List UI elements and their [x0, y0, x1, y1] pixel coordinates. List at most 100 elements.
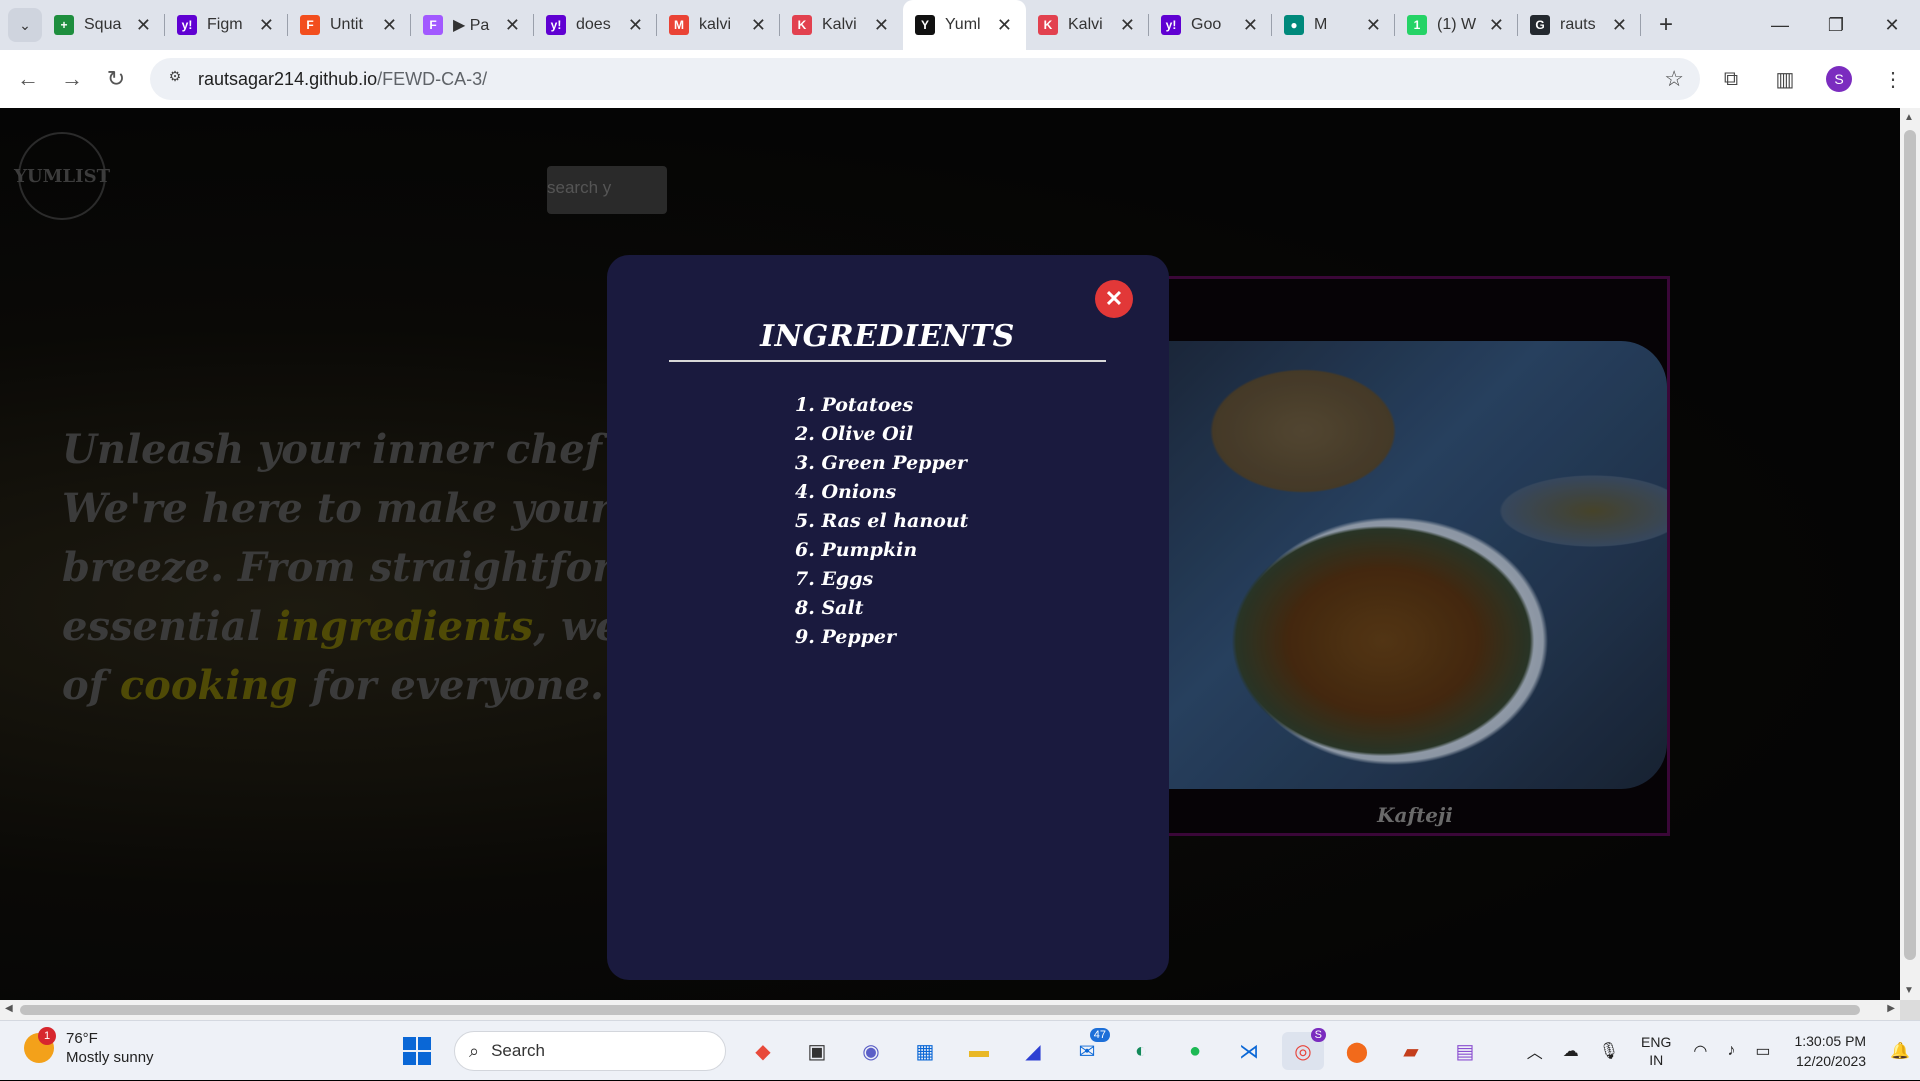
tab-search-button[interactable]: ⌄: [8, 8, 42, 42]
copilot-icon[interactable]: ◆: [742, 1032, 784, 1070]
browser-tab[interactable]: F Untit ✕: [288, 0, 411, 50]
vscode-icon[interactable]: ⋊: [1228, 1032, 1270, 1070]
browser-tab[interactable]: y! Goo ✕: [1149, 0, 1272, 50]
volume-icon[interactable]: ♪: [1727, 1042, 1735, 1060]
tab-list: + Squa ✕ y! Figm ✕ F Untit ✕ F ▶ Pa ✕ y! does ✕ Mkalvi ✕…: [42, 0, 1641, 50]
scroll-up-icon[interactable]: ▲: [1904, 112, 1914, 123]
logo-text: YUMLIST: [14, 165, 110, 187]
reload-icon[interactable]: ↻: [94, 57, 138, 101]
bookmark-star-icon[interactable]: ☆: [1664, 66, 1684, 92]
notification-icon[interactable]: 🔔: [1890, 1041, 1910, 1061]
tab-close-icon[interactable]: ✕: [628, 15, 643, 36]
site-logo[interactable]: YUMLIST: [14, 132, 110, 220]
tab-close-icon[interactable]: ✕: [259, 15, 274, 36]
browser-tab[interactable]: + Squa ✕: [42, 0, 165, 50]
scroll-down-icon[interactable]: ▼: [1904, 985, 1914, 996]
tab-title: Goo: [1191, 16, 1222, 33]
spotify-icon[interactable]: ●: [1174, 1032, 1216, 1070]
onedrive-icon[interactable]: ☁: [1563, 1041, 1579, 1061]
yahoo-icon: y!: [546, 15, 566, 35]
chrome-icon[interactable]: ◎ S: [1282, 1028, 1326, 1070]
ingredient-item: 8. Salt: [795, 597, 864, 619]
address-bar[interactable]: ⚙ rautsagar214.github.io/FEWD-CA-3/ ☆: [150, 58, 1700, 100]
tab-close-icon[interactable]: ✕: [505, 15, 520, 36]
start-button[interactable]: [396, 1032, 438, 1070]
tab-close-icon[interactable]: ✕: [997, 15, 1012, 36]
new-tab-button[interactable]: +: [1649, 11, 1683, 39]
side-panel-icon[interactable]: ▥: [1758, 67, 1812, 92]
ingredient-item: 1. Potatoes: [795, 394, 914, 416]
vertical-scrollbar[interactable]: ▲ ▼: [1900, 108, 1920, 1000]
horizontal-scroll-thumb[interactable]: [20, 1005, 1860, 1015]
sun-icon: 1: [24, 1027, 56, 1063]
browser-tab[interactable]: Grauts ✕: [1518, 0, 1641, 50]
ingredient-item: 4. Onions: [795, 481, 897, 503]
back-icon[interactable]: ←: [6, 57, 50, 101]
file-explorer-icon[interactable]: ▬: [958, 1032, 1000, 1070]
browser-tab[interactable]: K Kalvi ✕: [780, 0, 903, 50]
wifi-icon[interactable]: ◠: [1693, 1041, 1707, 1061]
edge-icon[interactable]: ◐: [1120, 1032, 1162, 1070]
forward-icon[interactable]: →: [50, 57, 94, 101]
extensions-icon[interactable]: ⧉: [1704, 68, 1758, 91]
taskbar-search[interactable]: ⌕ Search: [454, 1031, 726, 1071]
browser-tab[interactable]: F ▶ Pa ✕: [411, 0, 534, 50]
browser-tab[interactable]: Mkalvi ✕: [657, 0, 780, 50]
tab-title: Figm: [207, 16, 243, 33]
scrollbar-corner: [1900, 1000, 1920, 1020]
tab-close-icon[interactable]: ✕: [751, 15, 766, 36]
clock[interactable]: 1:30:05 PM 12/20/2023: [1794, 1031, 1866, 1071]
clipchamp-icon[interactable]: ▤: [1444, 1032, 1486, 1070]
weather-widget[interactable]: 1 76°F Mostly sunny: [24, 1027, 154, 1067]
tab-close-icon[interactable]: ✕: [136, 15, 151, 36]
postman-icon[interactable]: ⬤: [1336, 1032, 1378, 1070]
tab-close-icon[interactable]: ✕: [1120, 15, 1135, 36]
figma-icon: F: [423, 15, 443, 35]
profile-avatar[interactable]: S: [1826, 66, 1852, 92]
chevron-up-icon[interactable]: ︿: [1527, 1039, 1543, 1063]
horizontal-scrollbar[interactable]: ◀ ▶: [0, 1000, 1900, 1020]
yumlist-icon: Y: [915, 15, 935, 35]
modal-close-button[interactable]: ✕: [1095, 280, 1133, 318]
teams-chat-icon[interactable]: ◉: [850, 1032, 892, 1070]
hero-text-part: Unleash your inner chef wit: [62, 426, 684, 473]
tab-close-icon[interactable]: ✕: [874, 15, 889, 36]
tab-close-icon[interactable]: ✕: [1366, 15, 1381, 36]
language-indicator[interactable]: ENG IN: [1641, 1033, 1671, 1069]
ingredient-item: 7. Eggs: [795, 568, 874, 590]
mail-icon[interactable]: ✉ 47: [1066, 1028, 1110, 1070]
recipe-card[interactable]: Kafteji: [1160, 276, 1670, 836]
vertical-scroll-thumb[interactable]: [1904, 130, 1916, 960]
url-path: /FEWD-CA-3/: [377, 68, 488, 89]
windows-logo-icon: [403, 1037, 431, 1065]
site-info-icon[interactable]: ⚙: [164, 68, 186, 90]
minimize-icon[interactable]: —: [1752, 0, 1808, 50]
ingredient-item: 5. Ras el hanout: [795, 510, 969, 532]
task-view-icon[interactable]: ▣: [796, 1032, 838, 1070]
tab-close-icon[interactable]: ✕: [1243, 15, 1258, 36]
kalvium-icon: K: [792, 15, 812, 35]
browser-tab[interactable]: y! Figm ✕: [165, 0, 288, 50]
tab-close-icon[interactable]: ✕: [382, 15, 397, 36]
browser-tab[interactable]: 1 (1) W ✕: [1395, 0, 1518, 50]
tab-close-icon[interactable]: ✕: [1489, 15, 1504, 36]
lang-line2: IN: [1649, 1052, 1664, 1068]
browser-tab[interactable]: Y Yuml ✕: [903, 0, 1026, 50]
powerpoint-icon[interactable]: ▰: [1390, 1032, 1432, 1070]
scroll-left-icon[interactable]: ◀: [5, 1003, 13, 1014]
app-icon[interactable]: ◢: [1012, 1032, 1054, 1070]
recipe-search-input[interactable]: search y: [547, 166, 667, 214]
close-window-icon[interactable]: ✕: [1864, 0, 1920, 50]
store-icon[interactable]: ▦: [904, 1032, 946, 1070]
menu-kebab-icon[interactable]: ⋮: [1866, 67, 1920, 92]
browser-tab[interactable]: y! does ✕: [534, 0, 657, 50]
scroll-right-icon[interactable]: ▶: [1887, 1003, 1895, 1014]
restore-icon[interactable]: ❐: [1808, 0, 1864, 50]
microphone-icon[interactable]: 🎙: [1599, 1041, 1619, 1061]
yahoo-icon: y!: [1161, 15, 1181, 35]
browser-tab[interactable]: ● M ✕: [1272, 0, 1395, 50]
tab-title: (1) W: [1437, 16, 1477, 33]
battery-icon[interactable]: ▭: [1755, 1041, 1770, 1061]
browser-tab[interactable]: K Kalvi ✕: [1026, 0, 1149, 50]
tab-close-icon[interactable]: ✕: [1612, 15, 1627, 36]
